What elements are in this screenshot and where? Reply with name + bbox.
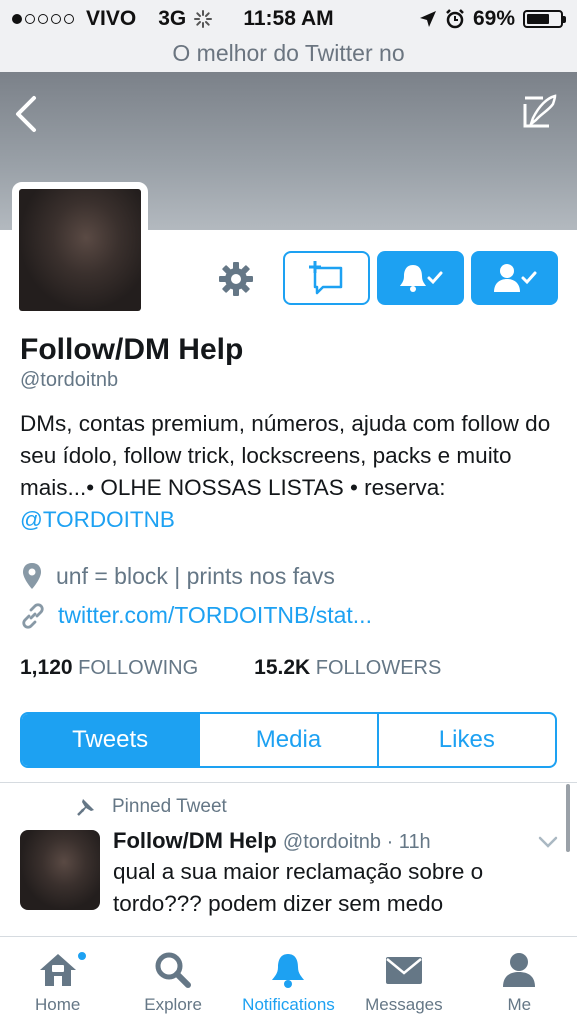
location-arrow-icon (419, 11, 436, 27)
location-text: unf = block | prints nos favs (56, 562, 335, 589)
person-icon (503, 953, 536, 987)
followers-stat[interactable]: 15.2K FOLLOWERS (254, 656, 441, 680)
bio-text: DMs, contas premium, números, ajuda com … (20, 411, 551, 500)
direct-message-button[interactable] (283, 251, 370, 305)
url-link[interactable]: twitter.com/TORDOITNB/stat... (58, 602, 372, 629)
scrollbar[interactable] (566, 784, 570, 852)
nav-home[interactable]: Home (0, 937, 115, 1024)
profile-url[interactable]: twitter.com/TORDOITNB/stat... (20, 602, 372, 629)
tab-tweets[interactable]: Tweets (22, 714, 201, 766)
nav-explore[interactable]: Explore (115, 937, 230, 1024)
profile-bio: DMs, contas premium, números, ajuda com … (20, 408, 560, 536)
nav-me[interactable]: Me (462, 937, 577, 1024)
following-button[interactable] (471, 251, 558, 305)
link-icon (22, 602, 44, 629)
tab-likes[interactable]: Likes (379, 714, 555, 766)
battery-icon (523, 10, 566, 28)
envelope-icon (385, 957, 422, 984)
profile-avatar[interactable] (12, 182, 148, 318)
bell-icon (272, 954, 305, 988)
gear-icon[interactable] (216, 259, 256, 299)
bottom-tab-bar: Home Explore Notifications Messages Me (0, 936, 577, 1024)
search-icon (155, 952, 192, 988)
back-arrow-icon[interactable] (12, 94, 42, 134)
tab-media[interactable]: Media (200, 714, 379, 766)
nav-notifications[interactable]: Notifications (231, 937, 346, 1024)
tweet-author-name[interactable]: Follow/DM Help (113, 828, 277, 853)
alarm-icon (446, 9, 464, 29)
compose-tweet-icon[interactable] (519, 92, 559, 132)
pin-icon (77, 799, 94, 816)
profile-location: unf = block | prints nos favs (20, 562, 335, 590)
chevron-down-icon[interactable] (537, 834, 559, 850)
divider (0, 782, 577, 783)
person-check-icon (493, 264, 536, 292)
notifications-on-button[interactable] (377, 251, 464, 305)
page-subtitle: O melhor do Twitter no (0, 36, 577, 72)
profile-tabs: Tweets Media Likes (20, 712, 557, 768)
tweet-header: Follow/DM Help @tordoitnb · 11h (113, 828, 431, 854)
home-icon (39, 954, 76, 986)
message-add-icon (308, 261, 342, 295)
following-stat[interactable]: 1,120 FOLLOWING (20, 656, 198, 680)
tweet-author-meta: @tordoitnb · 11h (282, 831, 431, 853)
profile-name: Follow/DM Help (20, 333, 244, 366)
nav-messages[interactable]: Messages (346, 937, 461, 1024)
tweet-text: qual a sua maior reclamação sobre o tord… (113, 859, 484, 916)
notification-dot (76, 950, 88, 962)
status-bar: VIVO 3G 11:58 AM 69% (0, 0, 577, 36)
profile-stats: 1,120 FOLLOWING 15.2K FOLLOWERS (20, 656, 441, 680)
bio-mention-link[interactable]: @TORDOITNB (20, 507, 175, 532)
tweet-author-avatar[interactable] (20, 830, 100, 910)
profile-handle: @tordoitnb (20, 369, 119, 391)
bell-check-icon (399, 265, 442, 292)
battery-percent: 69% (472, 7, 515, 30)
pinned-tweet-label: Pinned Tweet (74, 795, 227, 819)
location-pin-icon (23, 563, 41, 589)
